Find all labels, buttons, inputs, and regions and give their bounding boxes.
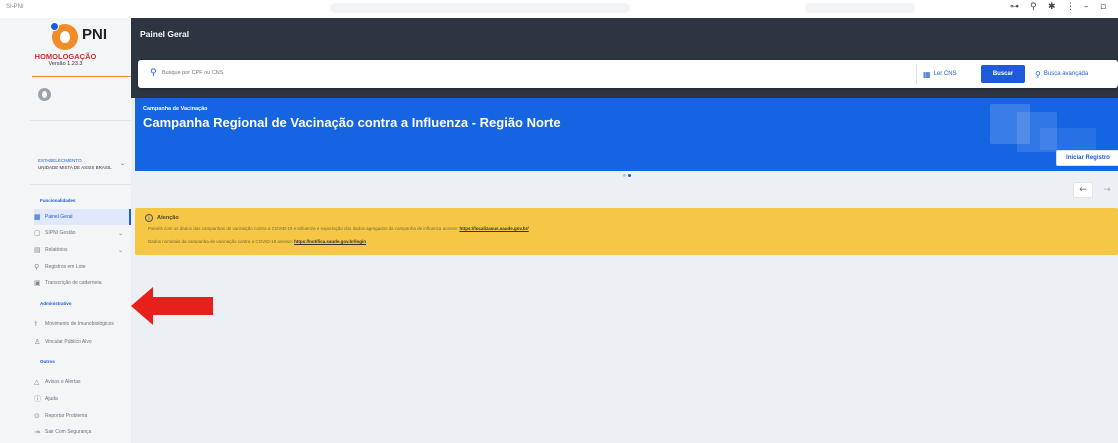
key-icon[interactable]: ⊶ <box>1010 2 1019 12</box>
sidebar-item-label: Reportar Problema <box>45 413 88 419</box>
alert-title: Atenção <box>157 215 179 221</box>
sidebar: PNI HOMOLOGAÇÃO Versão 1.23.3 ESTABELECI… <box>0 18 131 443</box>
chevron-down-icon[interactable]: ⌄ <box>120 160 125 167</box>
page-header: Painel Geral <box>131 18 1118 50</box>
arrow-right-icon[interactable]: → <box>1097 182 1117 198</box>
section-functionalities: Funcionalidades <box>40 198 76 203</box>
sidebar-item-reportar-problema[interactable]: ⊙ Reportar Problema <box>34 408 131 424</box>
campaign-title: Campanha Regional de Vacinação contra a … <box>143 115 561 130</box>
browser-top-strip: SI-PNI ⊶ ⚲ ✱ ⋮ – ▫ <box>0 0 1118 18</box>
environment-label: HOMOLOGAÇÃO <box>34 52 97 61</box>
report-icon: ▤ <box>34 246 41 254</box>
sidebar-item-relatorios[interactable]: ▤ Relatórios ⌄ <box>34 242 131 258</box>
section-administrative: Administrativo <box>40 301 72 306</box>
main-content: Painel Geral ⚲ ▦ Ler CNS Buscar ⚲ Busca … <box>131 18 1118 443</box>
chevron-down-icon: ⌄ <box>117 247 123 254</box>
carousel-dots <box>623 174 631 177</box>
version-label: Versão 1.23.3 <box>48 61 83 67</box>
divider <box>916 64 917 84</box>
page-title: Painel Geral <box>140 29 190 39</box>
alert-line-2: Dados nominais da campanha de vacinação … <box>148 239 366 244</box>
arrow-left-icon[interactable]: ← <box>1073 182 1093 198</box>
sidebar-item-sipni-gestao[interactable]: ▢ SIPNI Gestão ⌄ <box>34 225 131 241</box>
carousel-dot[interactable] <box>623 174 626 177</box>
user-icon: ♙ <box>34 338 41 346</box>
info-icon: i <box>145 214 153 222</box>
alert-line-1: Painéis com os dados das campanhas de va… <box>148 226 529 231</box>
transcript-icon: ▣ <box>34 279 41 287</box>
brand-name: PNI <box>82 26 108 43</box>
divider <box>30 120 131 121</box>
sidebar-item-label: Vincular Público Alvo <box>45 339 92 345</box>
sidebar-item-sair[interactable]: ⇥ Sair Com Segurança <box>34 424 131 440</box>
qr-code-icon: ▦ <box>923 69 931 79</box>
red-arrow-shape <box>131 287 213 325</box>
search-icon: ⚲ <box>150 68 157 78</box>
report-problem-icon: ⊙ <box>34 412 40 420</box>
extensions-icon[interactable]: ✱ <box>1048 2 1056 12</box>
browser-tab-bar <box>330 3 630 13</box>
syringe-icon: ⚲ <box>34 263 40 271</box>
chevron-down-icon: ⌄ <box>117 230 123 237</box>
sidebar-item-vincular-publico[interactable]: ♙ Vincular Público Alvo <box>34 334 131 350</box>
section-others: Outros <box>40 359 55 364</box>
app-id-label: SI-PNI <box>6 4 24 10</box>
sidebar-item-label: Movimento de Imunobiológicos <box>45 321 114 327</box>
sidebar-item-painel-geral[interactable]: ▦ Painel Geral <box>34 209 131 225</box>
divider <box>30 184 131 185</box>
sidebar-item-transcricao[interactable]: ▣ Transcrição de caderneta <box>34 275 131 291</box>
read-cns-button[interactable]: ▦ Ler CNS <box>923 66 957 82</box>
window-control-icon[interactable]: ▫ <box>1100 2 1106 12</box>
browser-tab-bar-2 <box>805 3 915 13</box>
campaign-kicker: Campanha de Vacinação <box>143 106 208 112</box>
notifica-link[interactable]: https://notifica.saude.gov.br/login <box>294 239 366 244</box>
attention-alert: i Atenção Painéis com os dados das campa… <box>135 208 1118 255</box>
search-icon: ⚲ <box>1035 69 1041 79</box>
help-icon: ⓘ <box>34 395 41 403</box>
sidebar-item-label: Relatórios <box>45 247 68 253</box>
search-button[interactable]: Buscar <box>981 65 1025 83</box>
dashboard-icon: ▦ <box>34 213 41 221</box>
sidebar-item-avisos[interactable]: △ Avisos e Alertas <box>34 374 131 390</box>
localizasus-link[interactable]: https://localizasus.saude.gov.br/ <box>459 226 528 231</box>
establishment-label: ESTABELECIMENTO <box>38 158 82 163</box>
sidebar-item-label: Painel Geral <box>45 214 73 220</box>
brand-divider <box>32 76 131 77</box>
decorative-shape <box>1040 128 1096 150</box>
sidebar-item-movimento-imunobiologicos[interactable]: ⚕ Movimento de Imunobiológicos <box>34 316 131 332</box>
search-card: ⚲ ▦ Ler CNS Buscar ⚲ Busca avançada <box>138 60 1118 88</box>
start-registration-button[interactable]: Iniciar Registro <box>1056 150 1118 166</box>
avatar[interactable] <box>38 88 51 101</box>
read-cns-label: Ler CNS <box>933 71 957 77</box>
search-input[interactable] <box>162 70 862 76</box>
campaign-banner: Campanha de Vacinação Campanha Regional … <box>135 98 1118 171</box>
document-icon: ▢ <box>34 229 41 237</box>
bell-icon: △ <box>34 378 40 386</box>
alert-line-2-text: Dados nominais da campanha de vacinação … <box>148 239 293 244</box>
minimize-icon[interactable]: – <box>1084 2 1089 12</box>
sidebar-item-label: Avisos e Alertas <box>45 379 81 385</box>
advanced-search-label: Busca avançada <box>1043 71 1089 77</box>
advanced-search-button[interactable]: ⚲ Busca avançada <box>1035 66 1088 82</box>
more-menu-icon[interactable]: ⋮ <box>1066 2 1075 12</box>
logout-icon: ⇥ <box>34 428 40 436</box>
alert-line-1-text: Painéis com os dados das campanhas de va… <box>148 226 459 231</box>
establishment-value[interactable]: UNIDADE MISTA DE ASSIS BRASIL <box>38 165 112 170</box>
sidebar-item-label: Transcrição de caderneta <box>45 280 102 286</box>
sidebar-item-ajuda[interactable]: ⓘ Ajuda <box>34 391 131 407</box>
sidebar-item-label: Ajuda <box>45 396 58 402</box>
sidebar-item-label: SIPNI Gestão <box>45 230 76 236</box>
vaccine-icon: ⚕ <box>34 320 38 328</box>
sidebar-item-label: Registros em Lote <box>45 264 86 270</box>
logo-badge-icon <box>50 22 59 31</box>
sidebar-item-label: Sair Com Segurança <box>45 429 92 435</box>
sidebar-item-registros-em-lote[interactable]: ⚲ Registros em Lote <box>34 259 131 275</box>
carousel-dot-active[interactable] <box>628 174 631 177</box>
red-arrow-annotation <box>131 287 213 325</box>
zoom-icon[interactable]: ⚲ <box>1030 2 1037 12</box>
